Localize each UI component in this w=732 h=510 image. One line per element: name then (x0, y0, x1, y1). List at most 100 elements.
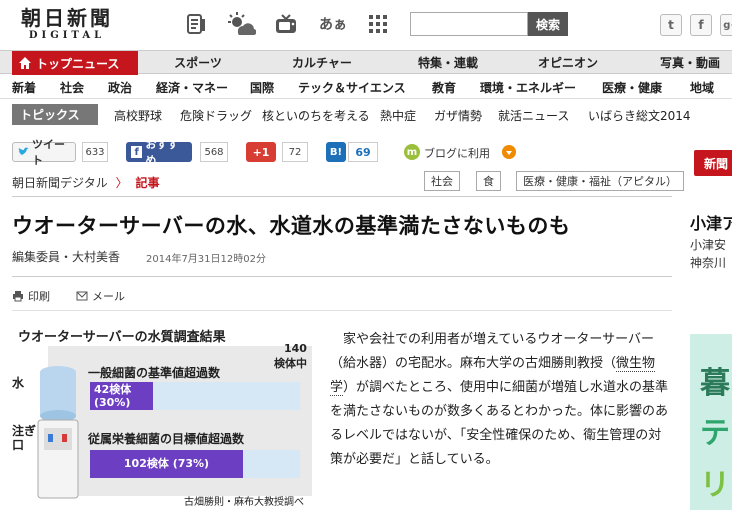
logo-main: 朝日新聞 (21, 6, 113, 30)
font-size-icon[interactable]: あぁ (318, 12, 348, 36)
article-body: 家や会社での利用者が増えているウオーターサーバー（給水器）の宅配水。麻布大学の古… (330, 328, 672, 472)
topic-link[interactable]: 高校野球 (114, 107, 162, 124)
nav-top-news[interactable]: トップニュース (12, 51, 138, 75)
gplus-label: +1 (252, 145, 270, 159)
topic-link[interactable]: 就活ニュース (498, 107, 569, 124)
breadcrumb: 朝日新聞デジタル 〉 記事 (12, 174, 159, 191)
article-title: ウオーターサーバーの水、水道水の基準満たさないものも (12, 214, 571, 238)
topic-link[interactable]: 危険ドラッグ (180, 107, 252, 124)
tag-society[interactable]: 社会 (424, 171, 460, 191)
infographic-title: ウオーターサーバーの水質調査結果 (18, 330, 226, 345)
newspaper-promo-button[interactable]: 新聞 (694, 150, 732, 176)
label-spout-1: 注ぎ (12, 424, 37, 438)
topic-link[interactable]: 核といのちを考える (262, 107, 370, 124)
water-dispenser-icon (37, 366, 79, 499)
nav-photo-video[interactable]: 写真・動画 (650, 51, 730, 73)
infographic: ウオーターサーバーの水質調査結果 水 注ぎ 口 140 検体中 一般細菌の基準値… (12, 324, 312, 510)
facebook-recommend-button[interactable]: f おすすめ (126, 138, 192, 167)
breadcrumb-current: 記事 (135, 176, 160, 190)
bar2-fill: 102検体 (73%) (90, 450, 243, 478)
logo-sub: DIGITAL (28, 30, 106, 41)
bar2-title: 従属栄養細菌の目標値超過数 (88, 432, 245, 446)
print-button[interactable]: 印刷 (12, 288, 50, 304)
grid-menu-icon[interactable] (366, 12, 390, 36)
topic-link[interactable]: ガザ情勢 (434, 107, 482, 124)
share-bar: ツイート 633 f おすすめ 568 +1 72 B! 69 m ブログに利用 (0, 138, 690, 167)
tag-food[interactable]: 食 (476, 171, 501, 191)
bar1-fill: 42検体 (30%) (90, 382, 153, 410)
tag-medical[interactable]: 医療・健康・福祉（アピタル） (516, 171, 684, 191)
home-icon (18, 56, 32, 70)
divider (12, 196, 672, 197)
twitter-icon[interactable]: t (660, 14, 682, 36)
bar1-value: 42検体 (94, 383, 132, 396)
tweet-label: ツイート (32, 138, 65, 167)
divider (12, 276, 672, 277)
tweet-count: 633 (82, 142, 108, 162)
label-spout-2: 口 (12, 438, 25, 452)
subnav-politics[interactable]: 政治 (108, 79, 132, 96)
tv-icon[interactable] (274, 12, 298, 36)
topic-link[interactable]: 熱中症 (380, 107, 416, 124)
mail-icon (76, 291, 88, 301)
site-header: 朝日新聞 DIGITAL あぁ 検索 t f g+ (0, 0, 732, 50)
subnav-environment[interactable]: 環境・エネルギー (480, 79, 576, 96)
subnav-tech-science[interactable]: テック＆サイエンス (298, 79, 406, 96)
subnav-medical[interactable]: 医療・健康 (602, 79, 662, 96)
nav-opinion[interactable]: オピニオン (528, 51, 608, 73)
mail-label: メール (92, 290, 125, 303)
infographic-source: 古畑勝則・麻布大教授調べ (184, 497, 304, 508)
blog-download-icon (502, 145, 516, 159)
print-label: 印刷 (28, 290, 50, 303)
subnav-region[interactable]: 地域 (690, 79, 714, 96)
divider (12, 310, 672, 311)
subnav-education[interactable]: 教育 (432, 79, 456, 96)
side-subline-2: 神奈川 (690, 256, 727, 270)
nav-features[interactable]: 特集・連載 (408, 51, 488, 73)
search-button[interactable]: 検索 (528, 12, 568, 36)
body-text-2: ）が調べたところ、使用中に細菌が増殖し水道水の基準を満たさないものが数多くあると… (330, 380, 669, 467)
hatena-count: 69 (348, 142, 378, 162)
nav-sports[interactable]: スポーツ (168, 51, 228, 73)
print-icon (13, 291, 23, 302)
twitter-bird-icon (17, 147, 29, 157)
label-water: 水 (12, 376, 25, 390)
main-nav: トップニュース スポーツ カルチャー 特集・連載 オピニオン 写真・動画 (0, 50, 732, 75)
side-ad[interactable]: 暮 テ リ (690, 334, 732, 510)
topic-link[interactable]: いばらき総文2014 (588, 107, 691, 124)
subnav-economy[interactable]: 経済・マネー (156, 79, 228, 96)
article-byline: 編集委員・大村美香 (12, 250, 121, 264)
weather-icon[interactable] (226, 12, 256, 36)
bar2-value: 102検体 (73%) (123, 457, 210, 470)
sub-nav: 新着 社会 政治 経済・マネー 国際 テック＆サイエンス 教育 環境・エネルギー… (0, 75, 732, 99)
gplus-button[interactable]: +1 (246, 142, 276, 162)
blog-label[interactable]: ブログに利用 (424, 145, 490, 161)
gplus-count: 72 (282, 142, 308, 162)
newspaper-icon[interactable] (184, 12, 208, 36)
ad-text-2: テ (700, 416, 730, 451)
site-logo[interactable]: 朝日新聞 DIGITAL (12, 6, 122, 44)
nav-culture[interactable]: カルチャー (282, 51, 362, 73)
breadcrumb-separator: 〉 (115, 176, 128, 190)
search-input[interactable] (410, 12, 528, 36)
facebook-icon[interactable]: f (690, 14, 712, 36)
bar1-percent: (30%) (94, 396, 131, 409)
side-headline[interactable]: 小津ア (690, 210, 732, 234)
right-column: 新聞 小津ア 小津安 神奈川 暮 テ リ (690, 140, 732, 510)
article-date: 2014年7月31日12時02分 (146, 254, 266, 265)
subnav-new[interactable]: 新着 (12, 79, 36, 96)
facebook-recommend-label: おすすめ (145, 138, 179, 167)
subnav-society[interactable]: 社会 (60, 79, 84, 96)
subnav-international[interactable]: 国際 (250, 79, 274, 96)
blog-icon[interactable]: m (404, 144, 420, 160)
mail-button[interactable]: メール (76, 288, 125, 304)
google-plus-icon[interactable]: g+ (720, 14, 732, 36)
side-subline-1: 小津安 (690, 238, 727, 252)
tweet-button[interactable]: ツイート (12, 138, 76, 167)
breadcrumb-home[interactable]: 朝日新聞デジタル (12, 176, 108, 190)
hatena-bookmark-button[interactable]: B! (326, 142, 346, 162)
facebook-f-icon: f (131, 146, 143, 158)
total-count: 140 (284, 342, 307, 355)
topics-label: トピックス (12, 104, 98, 125)
total-unit: 検体中 (274, 357, 307, 370)
